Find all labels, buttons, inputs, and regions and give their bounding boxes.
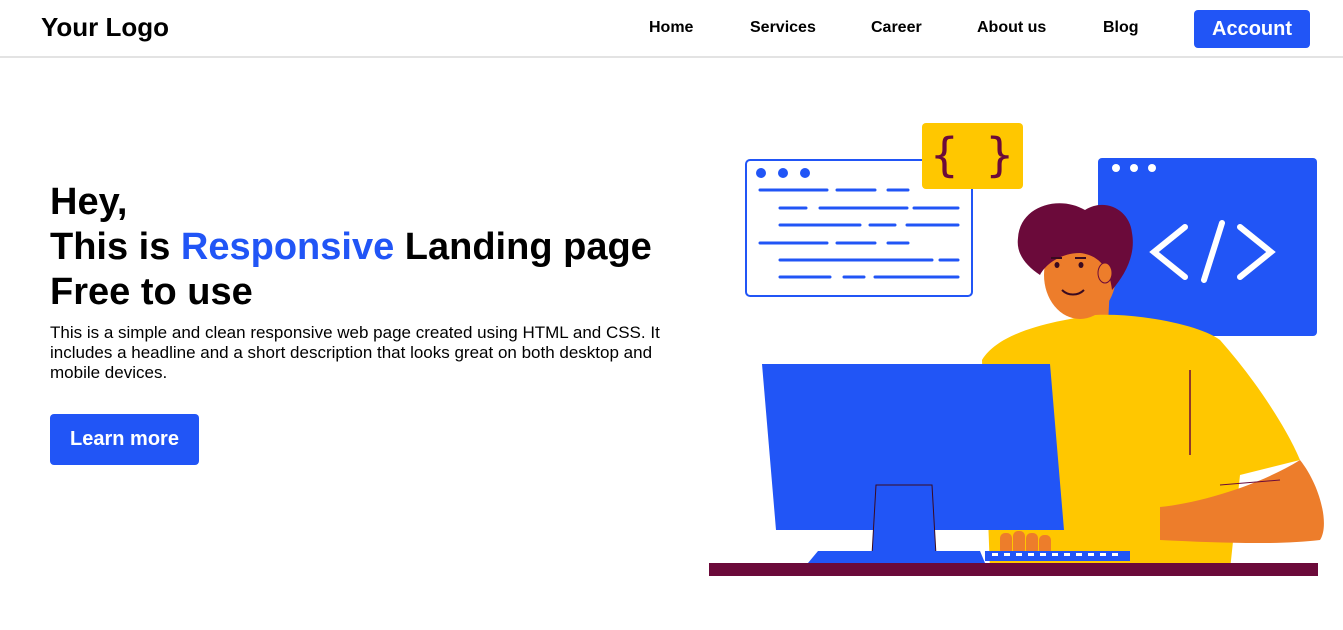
- headline-accent: Responsive: [180, 226, 395, 268]
- nav-link-home[interactable]: Home: [649, 19, 693, 37]
- nav-link-career[interactable]: Career: [871, 19, 922, 37]
- logo[interactable]: Your Logo: [41, 12, 169, 43]
- learn-more-button[interactable]: Learn more: [50, 414, 199, 465]
- desk: [709, 563, 1318, 576]
- nav-link-services[interactable]: Services: [750, 19, 816, 37]
- nav-link-about-us[interactable]: About us: [977, 19, 1046, 37]
- hero-description: This is a simple and clean responsive we…: [50, 323, 660, 382]
- headline-line1: Hey,: [50, 181, 128, 223]
- nav-link-blog[interactable]: Blog: [1103, 19, 1139, 37]
- hero-text: Hey, This is Responsive Landing page Fre…: [50, 180, 670, 383]
- account-button[interactable]: Account: [1194, 10, 1310, 48]
- curly-braces-icon: { }: [922, 123, 1023, 189]
- curly-braces-text: { }: [930, 128, 1013, 182]
- hero-headline: Hey, This is Responsive Landing page Fre…: [50, 180, 670, 315]
- headline-prefix: This is: [50, 226, 181, 268]
- keyboard: [985, 551, 1130, 561]
- hero-illustration: { }: [709, 123, 1324, 576]
- navbar: Your Logo Home Services Career About us …: [0, 0, 1343, 58]
